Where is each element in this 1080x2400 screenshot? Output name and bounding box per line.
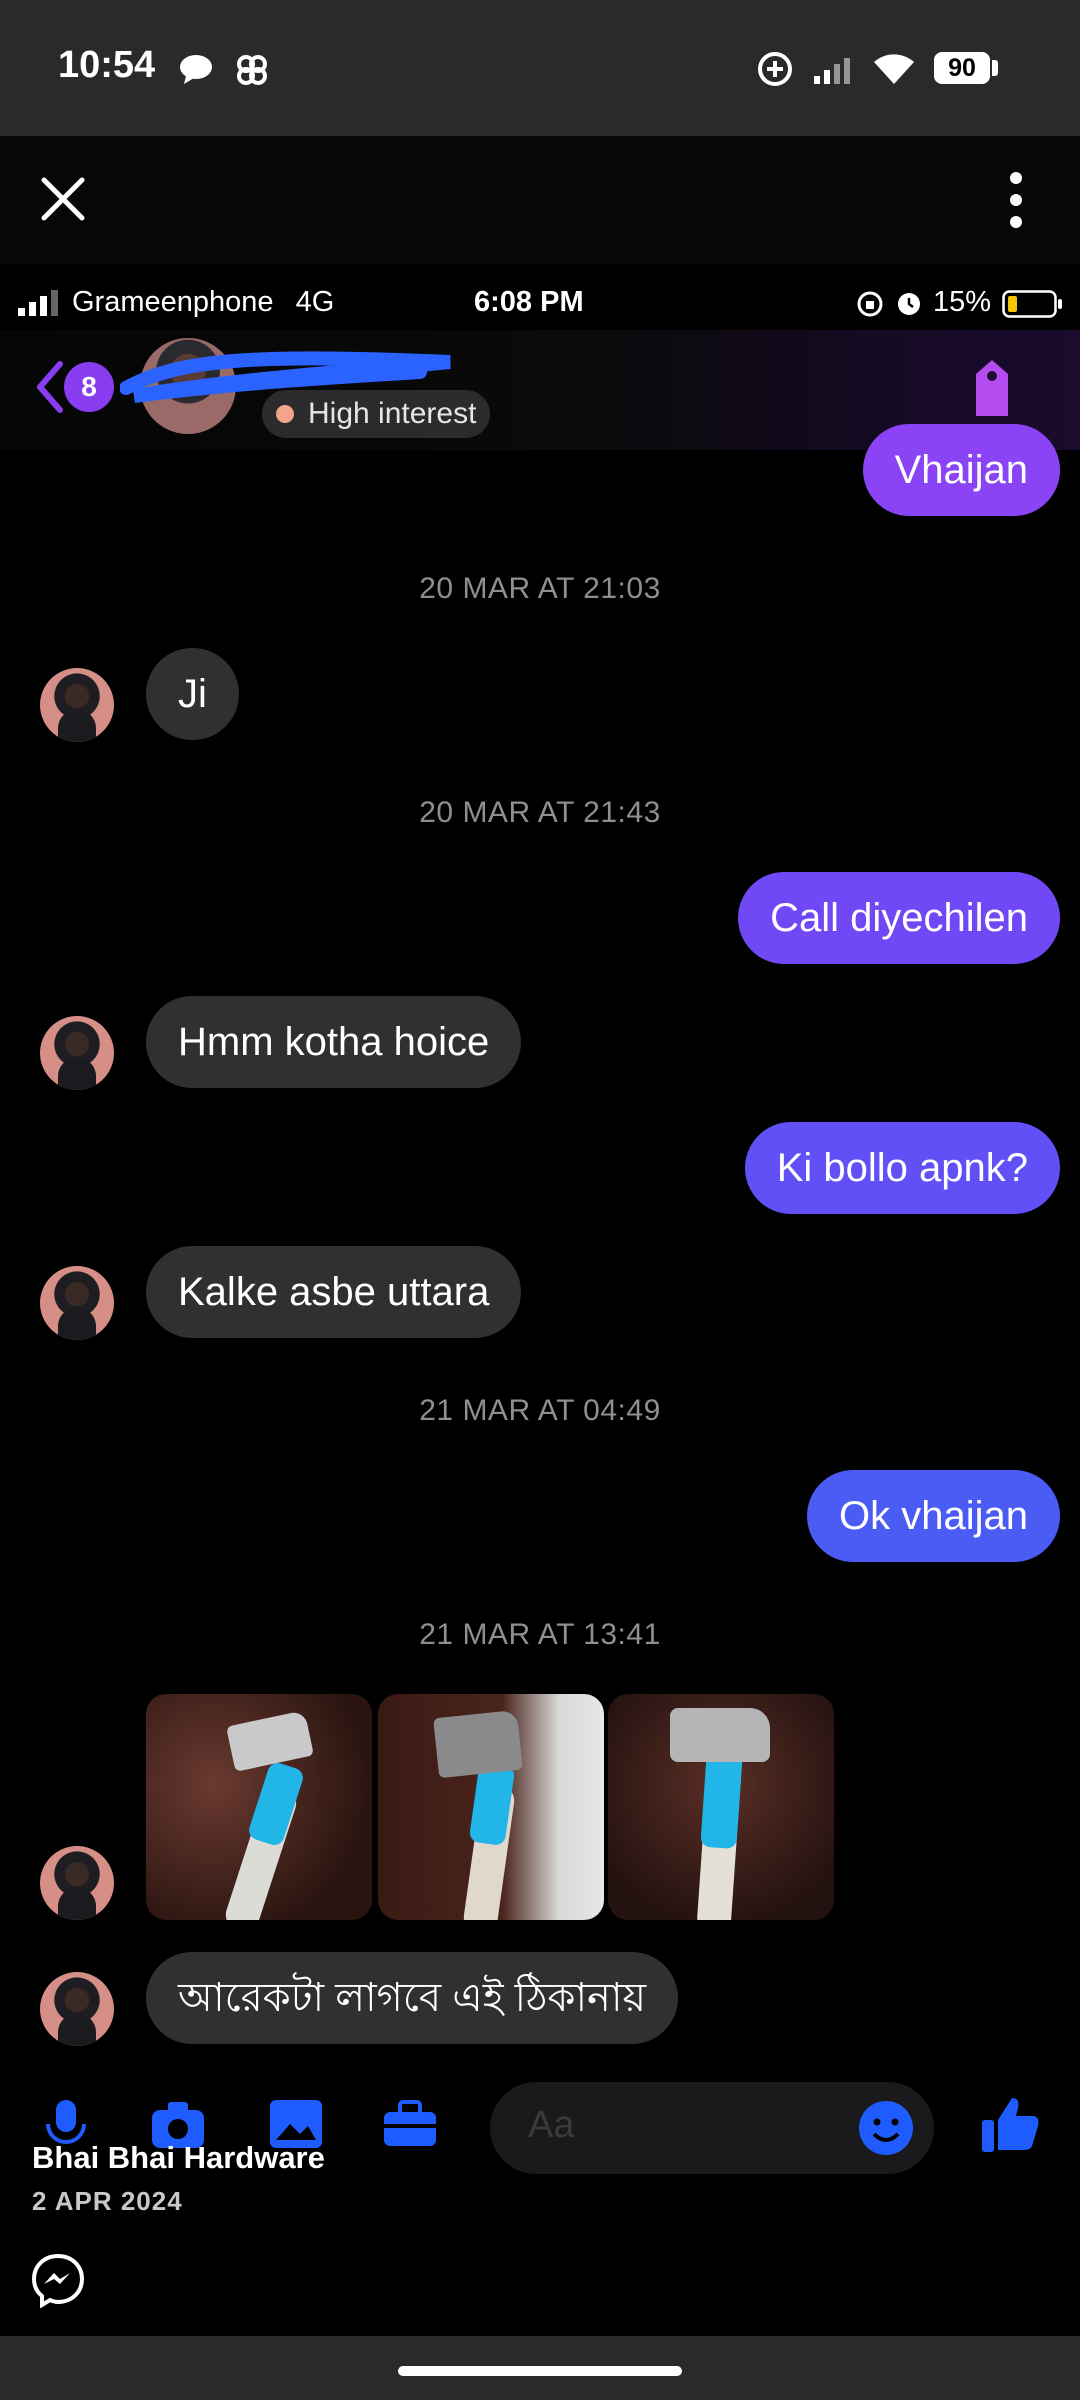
photo-attachment[interactable] xyxy=(378,1694,604,1920)
message-outgoing[interactable]: Ok vhaijan xyxy=(807,1470,1060,1562)
post-date: 2 APR 2024 xyxy=(32,2186,183,2216)
more-vertical-icon[interactable] xyxy=(1004,170,1028,230)
network-type: 4G xyxy=(295,286,335,318)
inner-battery-icon xyxy=(1002,290,1062,318)
sender-avatar[interactable] xyxy=(40,668,114,742)
message-outgoing[interactable]: Ki bollo apnk? xyxy=(744,1122,1060,1214)
unread-count-badge[interactable]: 8 xyxy=(64,362,114,412)
status-time: 10:54 xyxy=(58,44,156,86)
photo-attachment[interactable] xyxy=(146,1694,372,1920)
home-indicator[interactable] xyxy=(398,2366,682,2376)
signal-icon xyxy=(814,58,850,84)
message-outgoing[interactable]: Vhaijan xyxy=(862,424,1060,516)
date-separator: 20 MAR AT 21:43 xyxy=(419,796,661,829)
date-separator: 21 MAR AT 04:49 xyxy=(419,1394,661,1427)
battery-icon xyxy=(992,60,998,76)
inner-battery-percent: 15% xyxy=(933,286,992,318)
chat-bubble-icon xyxy=(180,55,212,84)
interest-label: High interest xyxy=(308,397,477,430)
back-chevron-icon[interactable] xyxy=(34,360,66,414)
tag-icon[interactable] xyxy=(966,356,1018,420)
status-bar xyxy=(0,0,1080,136)
carrier-name: Grameenphone xyxy=(72,286,274,318)
data-saver-icon xyxy=(758,52,792,86)
sender-avatar[interactable] xyxy=(40,1266,114,1340)
photo-attachment[interactable] xyxy=(608,1694,834,1920)
sender-avatar[interactable] xyxy=(40,1972,114,2046)
date-separator: 21 MAR AT 13:41 xyxy=(419,1618,661,1651)
page-name[interactable]: Bhai Bhai Hardware xyxy=(32,2140,325,2176)
interest-dot xyxy=(276,405,294,423)
emoji-icon[interactable] xyxy=(856,2098,916,2158)
message-input-placeholder: Aa xyxy=(528,2104,575,2146)
pinwheel-icon xyxy=(237,55,267,85)
inner-time: 6:08 PM xyxy=(474,286,584,318)
briefcase-icon[interactable] xyxy=(380,2094,440,2154)
inner-alarm-icon xyxy=(898,293,920,315)
thumbs-up-icon[interactable] xyxy=(978,2092,1042,2156)
inner-lock-rotation-icon xyxy=(857,291,883,317)
messenger-icon[interactable] xyxy=(30,2252,86,2308)
inner-carrier: Grameenphone 4G xyxy=(72,286,334,319)
message-incoming[interactable]: আরেকটা লাগবে এই ঠিকানায় xyxy=(146,1952,679,2044)
message-incoming[interactable]: Hmm kotha hoice xyxy=(146,996,522,1088)
message-incoming[interactable]: Kalke asbe uttara xyxy=(146,1246,522,1338)
wifi-icon xyxy=(874,54,914,84)
sender-avatar[interactable] xyxy=(40,1846,114,1920)
message-outgoing[interactable]: Call diyechilen xyxy=(738,872,1060,964)
battery-level: 90 xyxy=(934,52,990,84)
inner-signal-icon xyxy=(18,290,58,316)
close-icon[interactable] xyxy=(38,174,88,224)
sender-avatar[interactable] xyxy=(40,1016,114,1090)
date-separator: 20 MAR AT 21:03 xyxy=(419,572,661,605)
viewer-top-bar xyxy=(0,136,1080,264)
high-interest-badge[interactable]: High interest xyxy=(262,390,491,438)
message-incoming[interactable]: Ji xyxy=(146,648,239,740)
